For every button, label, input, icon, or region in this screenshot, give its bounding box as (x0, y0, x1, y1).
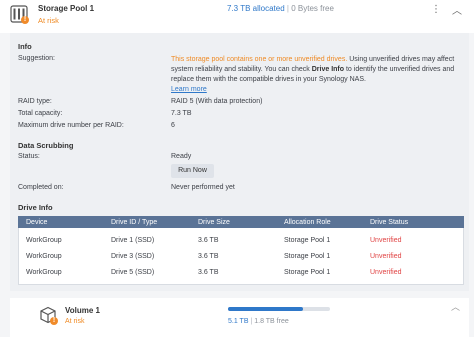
free-text: 0 Bytes free (291, 4, 334, 13)
scrub-status-value: Ready (171, 153, 192, 160)
allocated-text: 7.3 TB allocated (227, 4, 285, 13)
column-drive-size[interactable]: Drive Size (198, 219, 230, 226)
allocation-separator: | (286, 4, 289, 13)
volume-separator: | (250, 318, 253, 325)
info-section-title: Info (18, 42, 32, 51)
cell-allocation-role: Storage Pool 1 (284, 269, 331, 276)
cell-allocation-role: Storage Pool 1 (284, 237, 331, 244)
storage-pool-icon: ! (10, 5, 29, 24)
volume-collapse-icon[interactable]: ︿ (451, 300, 460, 313)
column-drive-status[interactable]: Drive Status (370, 219, 408, 226)
volume-usage-bar (228, 307, 330, 311)
raid-type-value: RAID 5 (With data protection) (171, 98, 263, 105)
cell-drive-size: 3.6 TB (198, 237, 219, 244)
table-row[interactable]: WorkGroup Drive 3 (SSD) 3.6 TB Storage P… (18, 249, 464, 264)
cell-device: WorkGroup (26, 237, 62, 244)
pool-allocation: 7.3 TB allocated | 0 Bytes free (227, 4, 334, 13)
cell-device: WorkGroup (26, 269, 62, 276)
volume-usage-fill (228, 307, 304, 311)
collapse-icon[interactable]: ︿ (452, 2, 462, 17)
cell-drive-size: 3.6 TB (198, 253, 219, 260)
volume-size: 5.1 TB | 1.8 TB free (228, 318, 289, 325)
cell-drive-id: Drive 1 (SSD) (111, 237, 155, 244)
pool-status: At risk (38, 16, 59, 25)
drive-info-reference: Drive Info (311, 66, 345, 73)
max-drive-label: Maximum drive number per RAID: (18, 122, 124, 129)
learn-more-link[interactable]: Learn more (171, 86, 207, 93)
completed-on-label: Completed on: (18, 184, 64, 191)
scrub-status-label: Status: (18, 153, 40, 160)
suggestion-label: Suggestion: (18, 55, 55, 62)
more-menu-icon[interactable]: ⋮ (431, 4, 441, 15)
volume-title: Volume 1 (65, 306, 100, 315)
total-capacity-label: Total capacity: (18, 110, 63, 117)
cell-drive-size: 3.6 TB (198, 269, 219, 276)
volume-status: At risk (65, 318, 85, 325)
cell-drive-status: Unverified (370, 237, 402, 244)
column-drive-id[interactable]: Drive ID / Type (111, 219, 157, 226)
drive-table-header: Device Drive ID / Type Drive Size Alloca… (18, 216, 464, 228)
column-allocation-role[interactable]: Allocation Role (284, 219, 331, 226)
pool-title: Storage Pool 1 (38, 4, 95, 13)
raid-type-label: RAID type: (18, 98, 52, 105)
cell-allocation-role: Storage Pool 1 (284, 253, 331, 260)
table-row[interactable]: WorkGroup Drive 5 (SSD) 3.6 TB Storage P… (18, 265, 464, 280)
cell-device: WorkGroup (26, 253, 62, 260)
volume-used: 5.1 TB (228, 318, 249, 325)
drive-info-title: Drive Info (18, 203, 53, 212)
data-scrubbing-title: Data Scrubbing (18, 141, 74, 150)
total-capacity-value: 7.3 TB (171, 110, 192, 117)
suggestion-text: This storage pool contains one or more u… (171, 55, 469, 95)
volume-icon: ! (39, 306, 58, 325)
cell-drive-id: Drive 5 (SSD) (111, 269, 155, 276)
warning-badge-icon: ! (50, 317, 58, 325)
cell-drive-status: Unverified (370, 269, 402, 276)
warning-badge-icon: ! (21, 16, 29, 24)
run-now-button[interactable]: Run Now (171, 164, 214, 178)
table-row[interactable]: WorkGroup Drive 1 (SSD) 3.6 TB Storage P… (18, 233, 464, 248)
column-device[interactable]: Device (26, 219, 47, 226)
completed-on-value: Never performed yet (171, 184, 235, 191)
max-drive-value: 6 (171, 122, 175, 129)
cell-drive-status: Unverified (370, 253, 402, 260)
volume-free: 1.8 TB free (254, 318, 289, 325)
cell-drive-id: Drive 3 (SSD) (111, 253, 155, 260)
suggestion-warning: This storage pool contains one or more u… (171, 56, 348, 63)
